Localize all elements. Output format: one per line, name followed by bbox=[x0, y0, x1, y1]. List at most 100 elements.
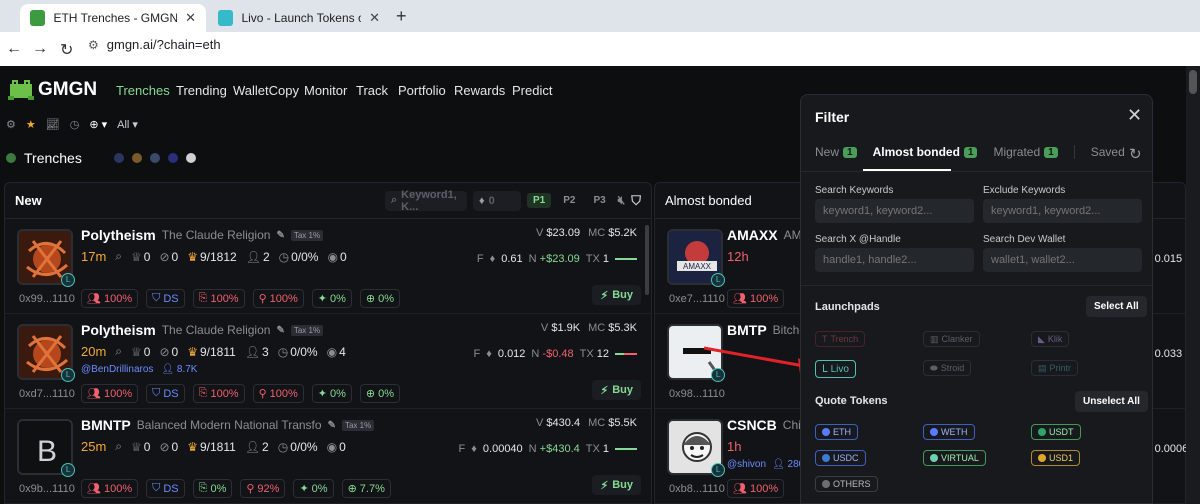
stat-value: 2 bbox=[262, 439, 269, 454]
launchpad-klik[interactable]: ◣ Klik bbox=[1031, 331, 1070, 347]
buy-button[interactable]: ⚡︎ Buy bbox=[592, 475, 641, 495]
quote-eth[interactable]: ETH bbox=[815, 424, 858, 440]
buy-button[interactable]: ⚡︎ Buy bbox=[592, 380, 641, 400]
token-address[interactable]: 0x98...1110 bbox=[669, 388, 725, 400]
launchpad-stroid[interactable]: ⬬ Stroid bbox=[923, 360, 972, 376]
browser-tab-livo[interactable]: Livo - Launch Tokens on Ethere ✕ bbox=[208, 4, 390, 32]
twitter-info[interactable]: @BenDrillinaros 👤︎ 8.7K bbox=[81, 364, 197, 375]
ratio-stat: ◷ 0/0% bbox=[278, 440, 318, 454]
token-name[interactable]: Polytheism The Claude Religion ✎ Tax 1% bbox=[81, 227, 324, 243]
search-keywords-input[interactable] bbox=[815, 199, 974, 223]
edit-icon[interactable]: ✎ bbox=[276, 230, 284, 241]
all-filter[interactable]: All ▾ bbox=[117, 118, 138, 131]
token-name[interactable]: Polytheism The Claude Religion ✎ Tax 1% bbox=[81, 322, 324, 338]
quote-usdt[interactable]: USDT bbox=[1031, 424, 1081, 440]
back-icon[interactable]: ← bbox=[6, 40, 22, 58]
mute-icon[interactable]: 🔇︎ bbox=[618, 193, 626, 208]
token-address[interactable]: 0x9b...1110 bbox=[19, 483, 75, 495]
preset-p3[interactable]: P3 bbox=[587, 193, 611, 208]
reload-icon[interactable]: ↻ bbox=[60, 40, 73, 60]
site-settings-icon[interactable]: ⚙ bbox=[88, 38, 99, 52]
search-icon[interactable]: ⌕ bbox=[115, 249, 122, 264]
forward-icon[interactable]: → bbox=[32, 40, 48, 58]
stat-tag: ⊕ 0% bbox=[359, 384, 401, 403]
stat-icon: ⎘ bbox=[198, 292, 208, 304]
tab-new[interactable]: New 1 bbox=[815, 145, 857, 159]
close-icon[interactable]: ✕ bbox=[1127, 105, 1142, 126]
launchpad-printr[interactable]: ▤ Printr bbox=[1031, 360, 1079, 376]
select-all-button[interactable]: Select All bbox=[1086, 296, 1147, 317]
new-tab-icon[interactable]: + bbox=[396, 6, 407, 27]
eth-chain-icon[interactable] bbox=[185, 153, 196, 163]
twitter-handle[interactable]: @shivon bbox=[727, 459, 766, 470]
token-address[interactable]: 0xd7...1110 bbox=[19, 388, 75, 400]
chain-selector[interactable] bbox=[113, 153, 196, 163]
chart-icon[interactable]: 📈︎ bbox=[46, 118, 60, 131]
nav-monitor[interactable]: Monitor bbox=[304, 83, 347, 98]
token-row[interactable]: ᒪ 0x99...1110 Polytheism The Claude Reli… bbox=[5, 219, 651, 314]
unselect-all-button[interactable]: Unselect All bbox=[1075, 391, 1148, 412]
launchpad-trench[interactable]: T Trench bbox=[815, 331, 866, 347]
chip-label: Clanker bbox=[941, 334, 973, 344]
tab-almost-bonded[interactable]: Almost bonded 1 bbox=[873, 145, 978, 159]
page-scrollbar[interactable] bbox=[1186, 66, 1200, 504]
token-address[interactable]: 0xb8...1110 bbox=[669, 483, 725, 495]
search-x-handle-input[interactable] bbox=[815, 248, 974, 272]
quote-usd1[interactable]: USD1 bbox=[1031, 450, 1081, 466]
search-icon[interactable]: ⌕ bbox=[115, 439, 122, 454]
nav-trenches[interactable]: Trenches bbox=[116, 83, 170, 98]
quote-weth[interactable]: WETH bbox=[923, 424, 975, 440]
star-icon[interactable]: ★ bbox=[26, 118, 36, 131]
token-address[interactable]: 0x99...1110 bbox=[19, 293, 75, 305]
nav-predict[interactable]: Predict bbox=[512, 83, 552, 98]
tab-saved[interactable]: Saved bbox=[1091, 145, 1125, 159]
browser-tab-gmgn[interactable]: ETH Trenches - GMGN.AI Fast Tr ✕ bbox=[20, 4, 206, 32]
search-dev-wallet-input[interactable] bbox=[983, 248, 1142, 272]
quote-others[interactable]: OTHERS bbox=[815, 476, 878, 492]
filter-icon[interactable]: ⛉ bbox=[631, 193, 641, 209]
buy-button[interactable]: ⚡︎ Buy bbox=[592, 285, 641, 305]
tab-migrated[interactable]: Migrated 1 bbox=[993, 145, 1058, 159]
chain-icon[interactable] bbox=[167, 153, 178, 163]
edit-icon[interactable]: ✎ bbox=[276, 325, 284, 336]
stat-tag: 👥︎ 100% bbox=[81, 384, 139, 403]
plus-circle-icon[interactable]: ⊕ ▾ bbox=[89, 118, 107, 131]
chain-icon[interactable] bbox=[113, 153, 124, 163]
holders-stat: ♕ 0 bbox=[131, 250, 150, 264]
preset-p1[interactable]: P1 bbox=[526, 193, 552, 208]
preset-p2[interactable]: P2 bbox=[557, 193, 581, 208]
token-name[interactable]: BMNTP Balanced Modern National Transfo ✎… bbox=[81, 417, 375, 433]
chain-icon[interactable] bbox=[131, 153, 142, 163]
keyword-search-input[interactable]: ⌕ Keyword1, K... bbox=[384, 189, 467, 213]
close-tab-icon[interactable]: ✕ bbox=[369, 10, 380, 26]
token-address[interactable]: 0xe7...1110 bbox=[669, 293, 725, 305]
holders-stat: ♕ 0 bbox=[131, 345, 150, 359]
scrollbar-thumb[interactable] bbox=[1189, 70, 1197, 94]
settings-icon[interactable]: ⚙ bbox=[6, 118, 16, 131]
gmgn-logo[interactable]: GMGN bbox=[8, 78, 97, 102]
twitter-handle[interactable]: @BenDrillinaros bbox=[81, 364, 153, 375]
quote-virtual[interactable]: VIRTUAL bbox=[923, 450, 986, 466]
token-row[interactable]: ᒪ 0xd7...1110 Polytheism The Claude Reli… bbox=[5, 314, 651, 409]
token-row[interactable]: B ᒪ 0x9b...1110 BMNTP Balanced Modern Na… bbox=[5, 409, 651, 504]
exclude-keywords-input[interactable] bbox=[983, 199, 1142, 223]
url-field[interactable]: ⚙ gmgn.ai/?chain=eth bbox=[88, 37, 221, 52]
edit-icon[interactable]: ✎ bbox=[328, 420, 336, 431]
amount-input[interactable]: ♦ 0 bbox=[472, 190, 521, 211]
stat-value: 100% bbox=[210, 292, 239, 305]
search-x-label: Search X @Handle bbox=[815, 234, 901, 245]
nav-walletcopy[interactable]: WalletCopy bbox=[233, 83, 299, 98]
launchpad-clanker[interactable]: ▥ Clanker bbox=[923, 331, 980, 347]
close-tab-icon[interactable]: ✕ bbox=[185, 10, 196, 26]
nav-track[interactable]: Track bbox=[356, 83, 388, 98]
nav-portfolio[interactable]: Portfolio bbox=[398, 83, 446, 98]
chip-label: Klik bbox=[1047, 334, 1063, 344]
clock-icon[interactable]: ◷ bbox=[70, 118, 80, 131]
refresh-icon[interactable]: ↻ bbox=[1129, 145, 1142, 163]
nav-rewards[interactable]: Rewards bbox=[454, 83, 505, 98]
launchpad-livo[interactable]: ᒪ Livo bbox=[815, 360, 856, 378]
search-icon[interactable]: ⌕ bbox=[115, 344, 122, 359]
nav-trending[interactable]: Trending bbox=[176, 83, 227, 98]
chain-icon[interactable] bbox=[149, 153, 160, 163]
quote-usdc[interactable]: USDC bbox=[815, 450, 866, 466]
